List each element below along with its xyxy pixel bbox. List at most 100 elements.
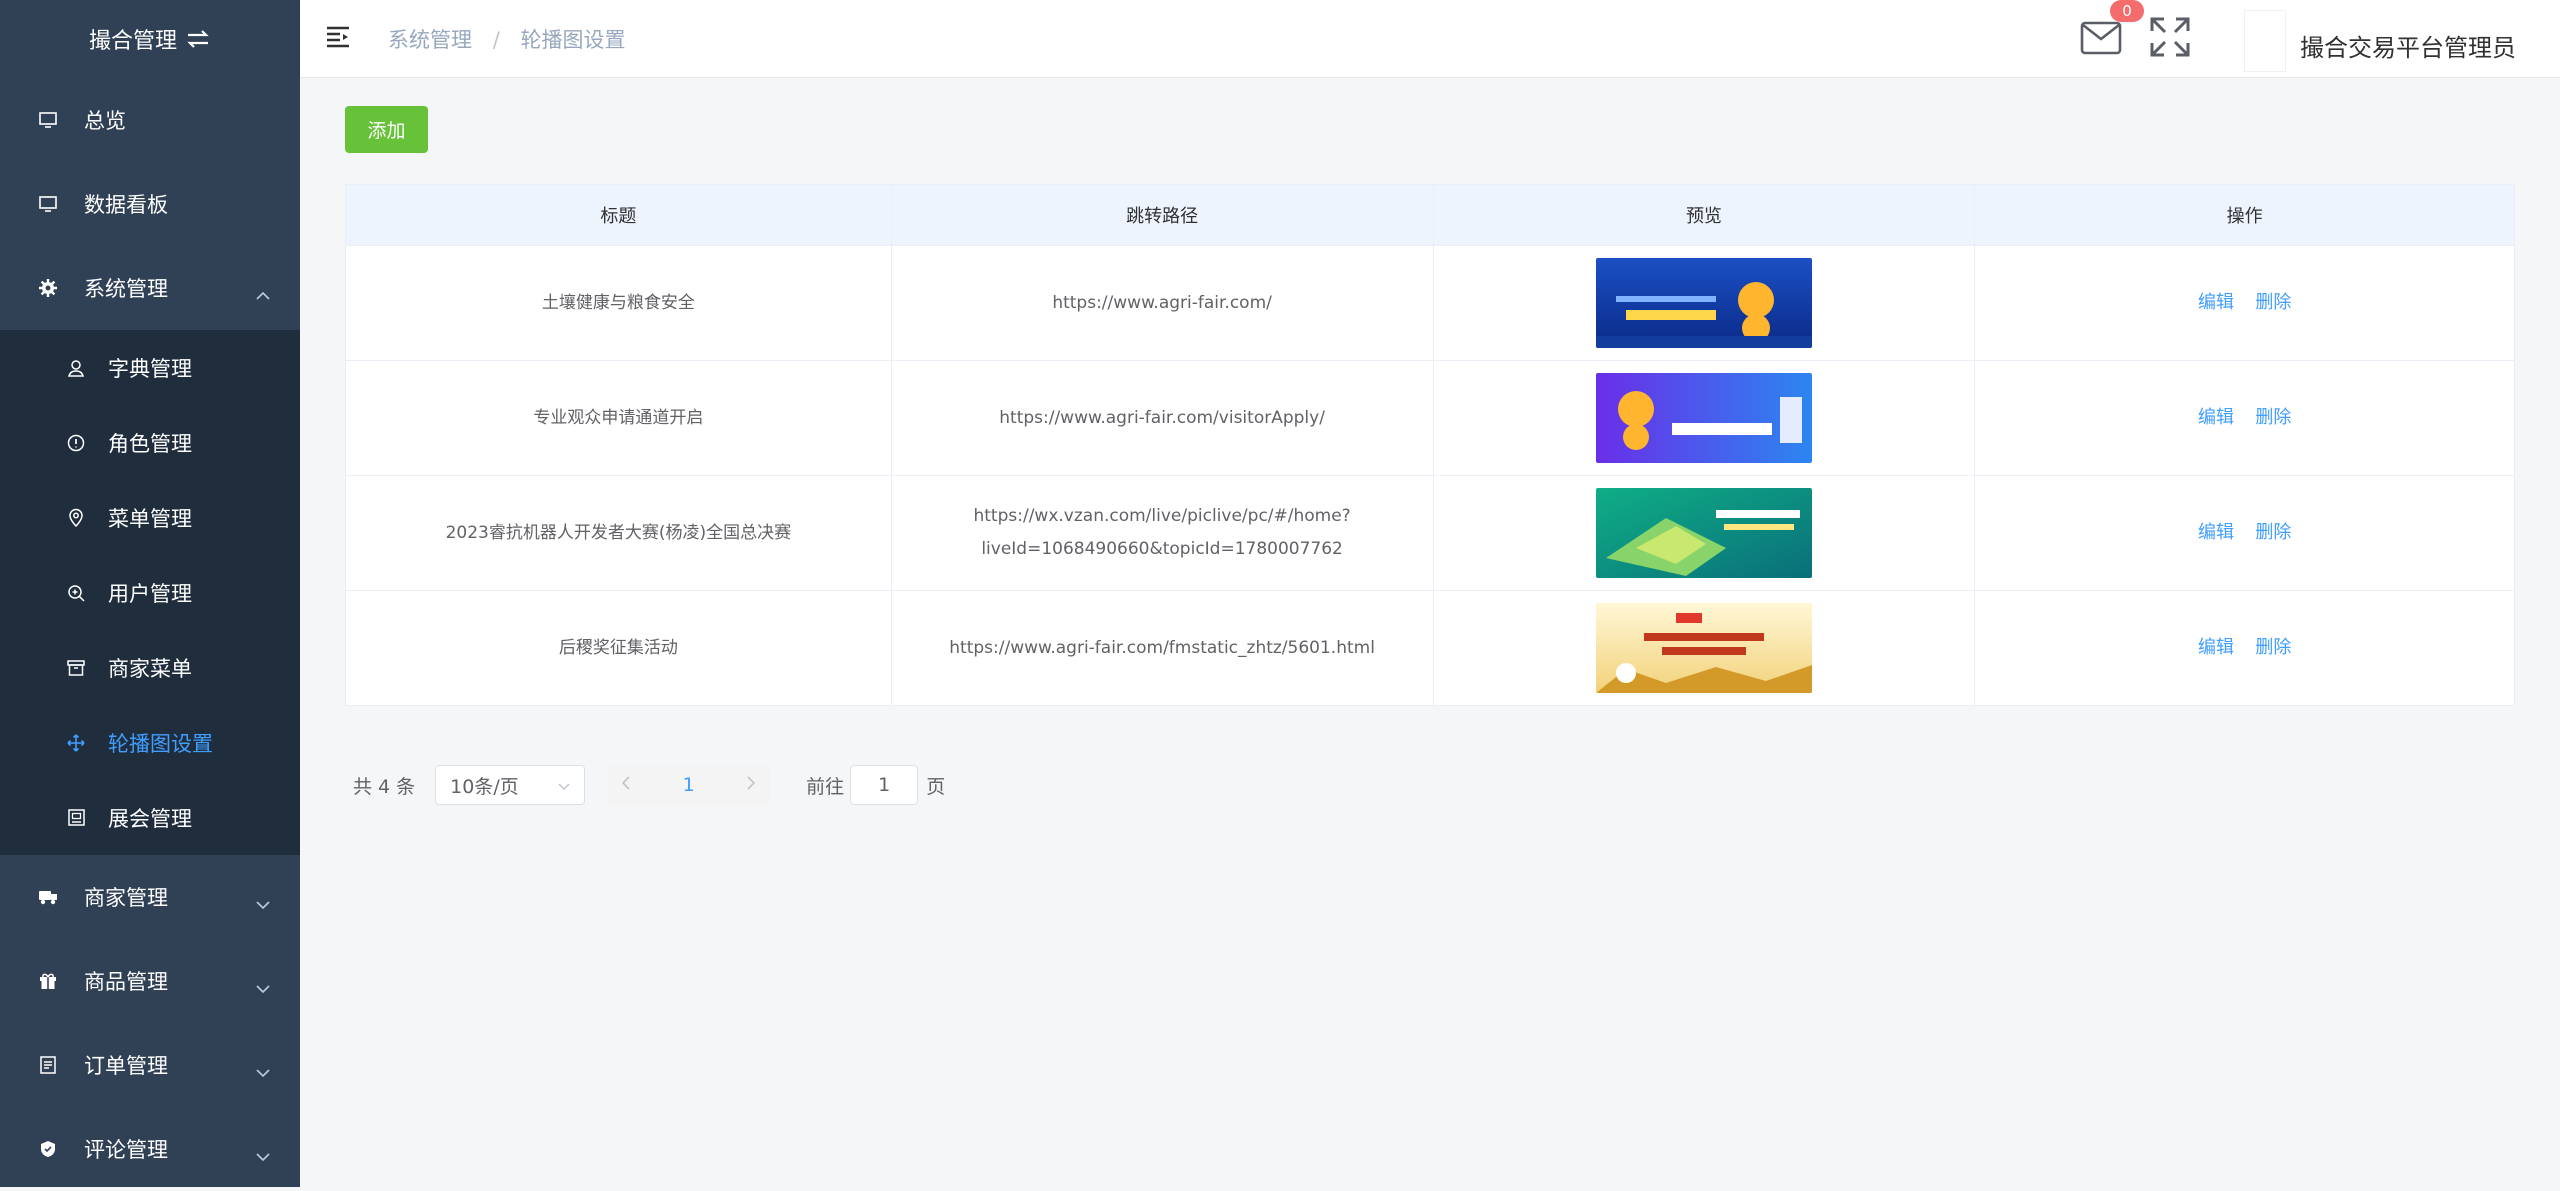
monitor-icon bbox=[36, 192, 60, 216]
delete-link[interactable]: 删除 bbox=[2255, 407, 2291, 428]
cell-path: https://www.agri-fair.com/visitorApply/ bbox=[891, 360, 1434, 476]
banner-preview-image[interactable] bbox=[1595, 373, 1812, 463]
cell-path: https://www.agri-fair.com/ bbox=[891, 245, 1434, 361]
truck-icon bbox=[36, 885, 60, 909]
cell-actions: 编辑 删除 bbox=[1974, 245, 2515, 361]
table-row: 后稷奖征集活动 https://www.agri-fair.com/fmstat… bbox=[345, 590, 2515, 706]
hamburger-icon[interactable] bbox=[326, 26, 350, 52]
sidebar-item-overview[interactable]: 总览 bbox=[0, 78, 300, 162]
sidebar-item-merchant[interactable]: 商家管理 bbox=[0, 855, 300, 939]
banner-preview-image[interactable] bbox=[1595, 603, 1812, 693]
username[interactable]: 撮合交易平台管理员 bbox=[2300, 28, 2516, 63]
cell-actions: 编辑 删除 bbox=[1974, 590, 2515, 706]
table-row: 2023睿抗机器人开发者大赛(杨凌)全国总决赛 https://wx.vzan.… bbox=[345, 475, 2515, 591]
sidebar-item-dashboard[interactable]: 数据看板 bbox=[0, 162, 300, 246]
location-icon bbox=[66, 508, 86, 528]
info-icon bbox=[66, 433, 86, 453]
next-page-icon[interactable] bbox=[746, 774, 756, 796]
sidebar-item-user[interactable]: 用户管理 bbox=[0, 555, 300, 630]
add-button[interactable]: 添加 bbox=[345, 106, 428, 153]
column-header-path: 跳转路径 bbox=[891, 184, 1434, 246]
cell-title: 土壤健康与粮食安全 bbox=[345, 245, 892, 361]
delete-link[interactable]: 删除 bbox=[2255, 522, 2291, 543]
cell-actions: 编辑 删除 bbox=[1974, 475, 2515, 591]
swap-icon[interactable] bbox=[185, 28, 211, 50]
sidebar-item-role[interactable]: 角色管理 bbox=[0, 405, 300, 480]
sidebar-item-merchant-menu[interactable]: 商家菜单 bbox=[0, 630, 300, 705]
page-size-select[interactable]: 10条/页 bbox=[435, 765, 586, 805]
chevron-down-icon bbox=[256, 1143, 270, 1167]
chevron-up-icon bbox=[256, 282, 270, 306]
table-row: 土壤健康与粮食安全 https://www.agri-fair.com/ 编辑 … bbox=[345, 245, 2515, 361]
chevron-down-icon bbox=[558, 774, 570, 796]
pagination-total: 共 4 条 bbox=[353, 775, 416, 798]
breadcrumb: 系统管理 / 轮播图设置 bbox=[388, 24, 625, 54]
edit-link[interactable]: 编辑 bbox=[2198, 637, 2234, 658]
move-icon bbox=[66, 733, 86, 753]
table-row: 专业观众申请通道开启 https://www.agri-fair.com/vis… bbox=[345, 360, 2515, 476]
cell-path: https://www.agri-fair.com/fmstatic_zhtz/… bbox=[891, 590, 1434, 706]
sidebar-item-label: 系统管理 bbox=[84, 277, 168, 301]
monitor-icon bbox=[36, 108, 60, 132]
carousel-table: 标题 跳转路径 预览 操作 土壤健康与粮食安全 https://www.agri… bbox=[345, 184, 2515, 706]
fullscreen-icon[interactable] bbox=[2149, 16, 2191, 62]
sidebar-item-label: 轮播图设置 bbox=[108, 731, 213, 756]
goto-page-input[interactable] bbox=[850, 765, 919, 805]
goto-unit: 页 bbox=[926, 775, 946, 798]
brand-title: 撮合管理 bbox=[88, 29, 177, 54]
brand: 撮合管理 bbox=[0, 0, 300, 78]
column-header-actions: 操作 bbox=[1974, 184, 2515, 246]
pagination: 共 4 条 10条/页 1 前往 页 bbox=[353, 765, 945, 805]
gift-icon bbox=[36, 969, 60, 993]
sidebar-item-goods[interactable]: 商品管理 bbox=[0, 939, 300, 1023]
submenu-system: 字典管理 角色管理 菜单管理 用户管理 商家菜单 轮播图设置 展会管理 bbox=[0, 330, 300, 855]
banner-preview-image[interactable] bbox=[1595, 488, 1812, 578]
table-header-row: 标题 跳转路径 预览 操作 bbox=[345, 184, 2515, 246]
sidebar-item-label: 菜单管理 bbox=[108, 506, 192, 531]
goto-label: 前往 bbox=[806, 775, 845, 798]
cell-preview bbox=[1433, 475, 1976, 591]
chevron-down-icon bbox=[256, 975, 270, 999]
sidebar-item-label: 商家管理 bbox=[84, 886, 168, 910]
zoom-icon bbox=[66, 583, 86, 603]
cell-path: https://wx.vzan.com/live/piclive/pc/#/ho… bbox=[891, 475, 1434, 591]
column-header-preview: 预览 bbox=[1433, 184, 1976, 246]
page-nav: 1 bbox=[607, 765, 771, 805]
delete-link[interactable]: 删除 bbox=[2255, 637, 2291, 658]
breadcrumb-item-system[interactable]: 系统管理 bbox=[388, 28, 472, 52]
sidebar-item-carousel[interactable]: 轮播图设置 bbox=[0, 705, 300, 780]
page-size-value: 10条/页 bbox=[450, 775, 519, 798]
edit-link[interactable]: 编辑 bbox=[2198, 292, 2234, 313]
delete-link[interactable]: 删除 bbox=[2255, 292, 2291, 313]
breadcrumb-item-carousel: 轮播图设置 bbox=[520, 28, 626, 52]
sidebar-item-label: 商家菜单 bbox=[108, 656, 192, 681]
breadcrumb-separator: / bbox=[492, 28, 500, 52]
sidebar-item-menu[interactable]: 菜单管理 bbox=[0, 480, 300, 555]
column-header-title: 标题 bbox=[345, 184, 892, 246]
document-icon bbox=[36, 1053, 60, 1077]
shield-icon bbox=[36, 1137, 60, 1161]
banner-preview-image[interactable] bbox=[1595, 258, 1812, 348]
mail-count-badge: 0 bbox=[2110, 0, 2144, 22]
prev-page-icon[interactable] bbox=[621, 774, 631, 796]
avatar[interactable] bbox=[2244, 10, 2286, 72]
sidebar-item-order[interactable]: 订单管理 bbox=[0, 1023, 300, 1107]
cell-preview bbox=[1433, 245, 1976, 361]
sidebar-item-label: 展会管理 bbox=[108, 806, 192, 831]
page-number-current[interactable]: 1 bbox=[683, 774, 695, 796]
cell-actions: 编辑 删除 bbox=[1974, 360, 2515, 476]
sidebar-item-dictionary[interactable]: 字典管理 bbox=[0, 330, 300, 405]
mail-icon[interactable] bbox=[2080, 20, 2122, 60]
sidebar-item-label: 用户管理 bbox=[108, 581, 192, 606]
sidebar-item-review[interactable]: 评论管理 bbox=[0, 1107, 300, 1191]
edit-link[interactable]: 编辑 bbox=[2198, 407, 2234, 428]
user-icon bbox=[66, 358, 86, 378]
sidebar-item-label: 数据看板 bbox=[84, 193, 168, 217]
sidebar-item-system[interactable]: 系统管理 bbox=[0, 246, 300, 330]
edit-link[interactable]: 编辑 bbox=[2198, 522, 2234, 543]
top-header: 系统管理 / 轮播图设置 0 撮合交易平台管理员 bbox=[300, 0, 2560, 78]
sidebar-item-exhibition[interactable]: 展会管理 bbox=[0, 780, 300, 855]
picture-icon bbox=[66, 808, 86, 828]
cell-preview bbox=[1433, 360, 1976, 476]
chevron-down-icon bbox=[256, 891, 270, 915]
